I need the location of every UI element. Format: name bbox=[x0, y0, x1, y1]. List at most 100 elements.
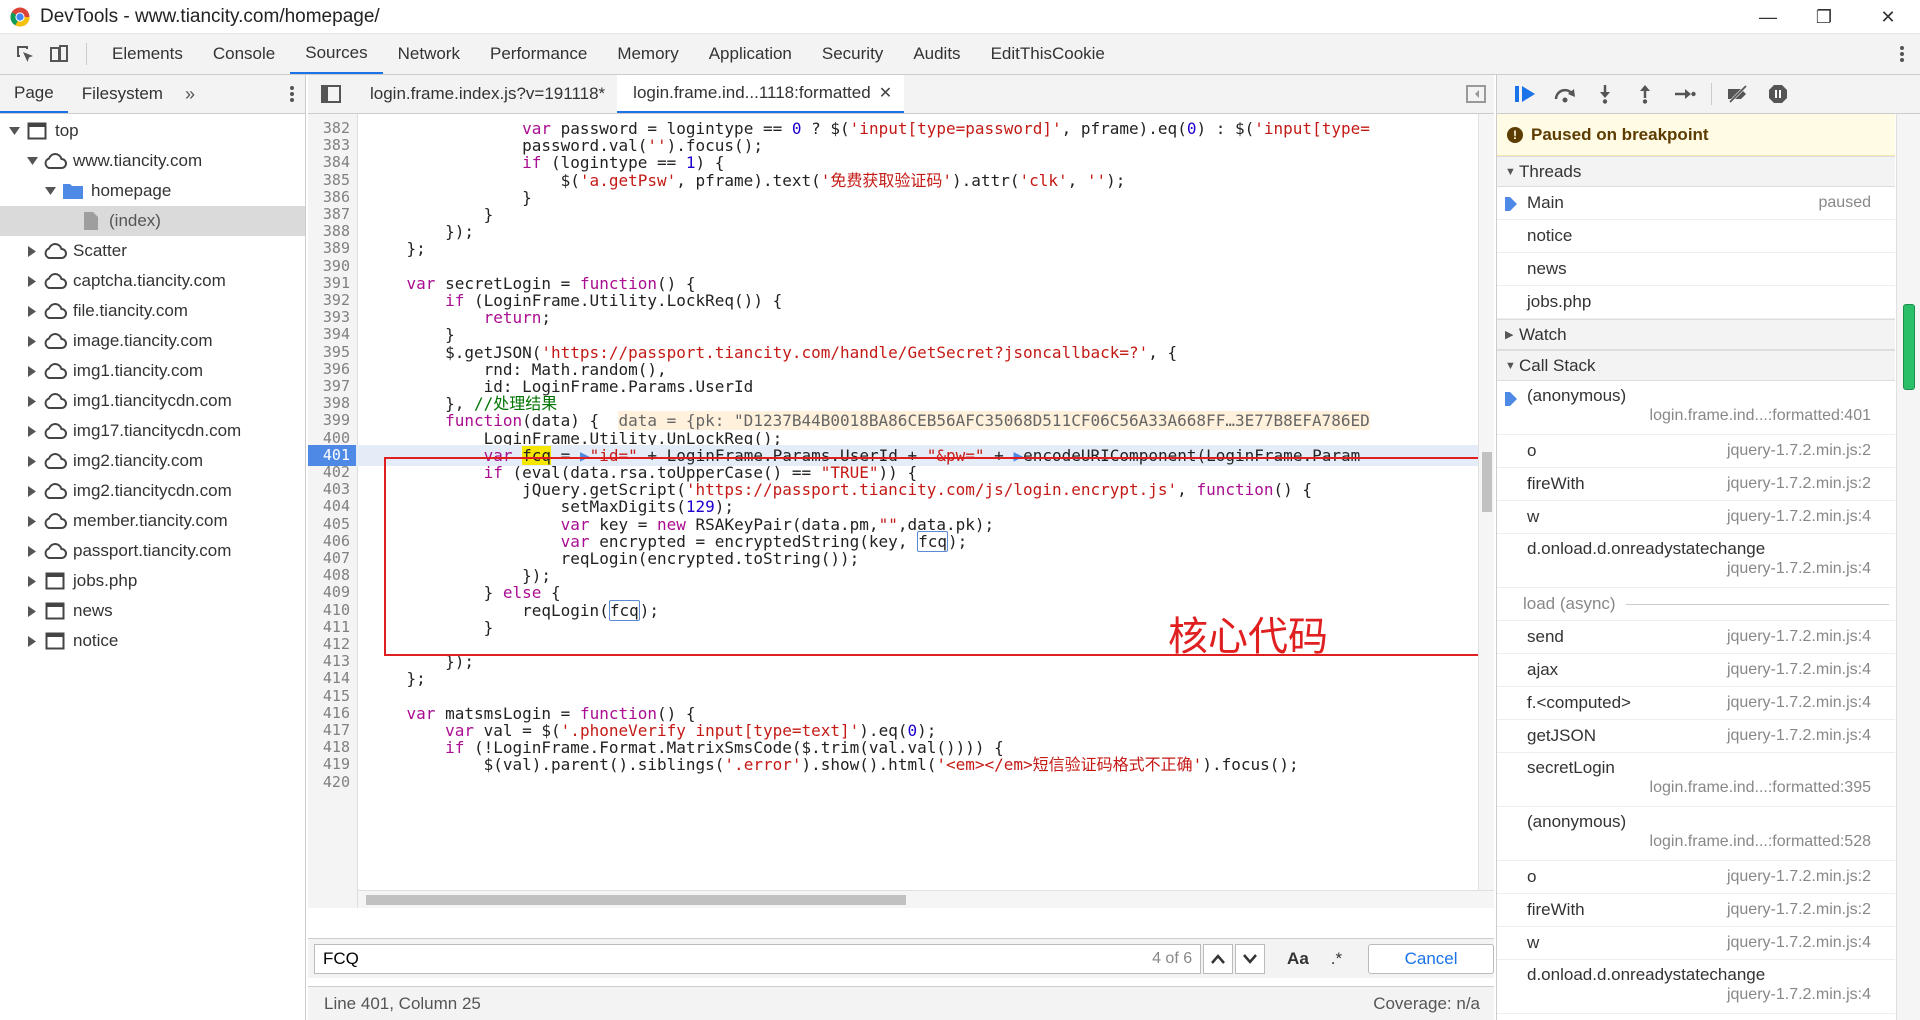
tree-item[interactable]: img1.tiancitycdn.com bbox=[0, 386, 305, 416]
thread-item[interactable]: Main paused bbox=[1497, 187, 1895, 220]
cancel-search-button[interactable]: Cancel bbox=[1368, 943, 1494, 974]
previous-match-button[interactable] bbox=[1203, 943, 1234, 974]
tab-network[interactable]: Network bbox=[383, 34, 475, 74]
call-frame[interactable]: (anonymous) login.frame.ind...:formatted:… bbox=[1497, 807, 1895, 861]
thread-item[interactable]: notice bbox=[1497, 220, 1895, 253]
call-frame[interactable]: (anonymous) login.frame.ind...:formatted:… bbox=[1497, 381, 1895, 435]
frame-location[interactable]: jquery-1.7.2.min.js:4 bbox=[1727, 694, 1871, 712]
expand-triangle-icon[interactable] bbox=[26, 275, 38, 287]
tree-item[interactable]: img2.tiancitycdn.com bbox=[0, 476, 305, 506]
device-toolbar-icon[interactable] bbox=[42, 34, 76, 74]
close-window-button[interactable]: ✕ bbox=[1860, 0, 1916, 34]
frame-location[interactable]: login.frame.ind...:formatted:528 bbox=[1527, 833, 1895, 851]
step-button[interactable] bbox=[1665, 79, 1705, 109]
frame-location[interactable]: login.frame.ind...:formatted:401 bbox=[1527, 407, 1895, 425]
debugger-scrollbar[interactable] bbox=[1896, 114, 1920, 1020]
toggle-navigator-icon[interactable] bbox=[308, 75, 354, 113]
editor-tab-source[interactable]: login.frame.index.js?v=191118* bbox=[354, 75, 617, 113]
tree-item[interactable]: jobs.php bbox=[0, 566, 305, 596]
step-into-button[interactable] bbox=[1585, 79, 1625, 109]
collapse-triangle-icon[interactable] bbox=[8, 125, 20, 137]
call-frame[interactable]: secretLogin login.frame.ind...:formatted:… bbox=[1497, 753, 1895, 807]
call-frame[interactable]: getJSON jquery-1.7.2.min.js:4 bbox=[1497, 720, 1895, 753]
pause-on-exceptions-button[interactable] bbox=[1758, 79, 1798, 109]
thread-item[interactable]: jobs.php bbox=[1497, 286, 1895, 319]
more-tabs-chevron-icon[interactable]: » bbox=[177, 75, 203, 113]
expand-triangle-icon[interactable] bbox=[26, 335, 38, 347]
navigator-menu-icon[interactable] bbox=[289, 84, 295, 109]
watch-section-header[interactable]: ▶ Watch bbox=[1497, 319, 1895, 350]
tab-audits[interactable]: Audits bbox=[898, 34, 975, 74]
expand-triangle-icon[interactable] bbox=[26, 395, 38, 407]
expand-triangle-icon[interactable] bbox=[26, 245, 38, 257]
tree-item[interactable]: Scatter bbox=[0, 236, 305, 266]
expand-triangle-icon[interactable] bbox=[26, 635, 38, 647]
more-options-icon[interactable] bbox=[1884, 34, 1920, 74]
call-frame[interactable]: ajax jquery-1.7.2.min.js:4 bbox=[1497, 654, 1895, 687]
call-frame[interactable]: fireWith jquery-1.7.2.min.js:2 bbox=[1497, 468, 1895, 501]
editor-vertical-scrollbar[interactable] bbox=[1478, 114, 1494, 908]
scrollbar-thumb[interactable] bbox=[1482, 452, 1492, 512]
step-out-button[interactable] bbox=[1625, 79, 1665, 109]
expand-triangle-icon[interactable] bbox=[26, 305, 38, 317]
scrollbar-thumb[interactable] bbox=[1903, 304, 1915, 390]
call-frame[interactable]: o jquery-1.7.2.min.js:2 bbox=[1497, 861, 1895, 894]
expand-triangle-icon[interactable] bbox=[26, 605, 38, 617]
minimize-button[interactable]: — bbox=[1740, 0, 1796, 34]
call-frame[interactable]: f.<computed> jquery-1.7.2.min.js:4 bbox=[1497, 687, 1895, 720]
collapse-triangle-icon[interactable] bbox=[26, 155, 38, 167]
match-case-button[interactable]: Aa bbox=[1287, 949, 1309, 969]
tree-item[interactable]: member.tiancity.com bbox=[0, 506, 305, 536]
deactivate-breakpoints-button[interactable] bbox=[1718, 79, 1758, 109]
tree-item[interactable]: img17.tiancitycdn.com bbox=[0, 416, 305, 446]
tab-elements[interactable]: Elements bbox=[97, 34, 198, 74]
tab-sources[interactable]: Sources bbox=[290, 34, 383, 74]
expand-triangle-icon[interactable] bbox=[26, 515, 38, 527]
frame-location[interactable]: jquery-1.7.2.min.js:4 bbox=[1727, 727, 1871, 745]
collapse-triangle-icon[interactable] bbox=[44, 185, 56, 197]
call-frame[interactable]: fireWith jquery-1.7.2.min.js:2 bbox=[1497, 894, 1895, 927]
tree-item[interactable]: top bbox=[0, 116, 305, 146]
frame-location[interactable]: jquery-1.7.2.min.js:2 bbox=[1727, 475, 1871, 493]
frame-location[interactable]: jquery-1.7.2.min.js:4 bbox=[1527, 986, 1895, 1004]
editor-horizontal-scrollbar[interactable] bbox=[358, 890, 1494, 908]
tree-item[interactable]: image.tiancity.com bbox=[0, 326, 305, 356]
frame-location[interactable]: jquery-1.7.2.min.js:2 bbox=[1727, 901, 1871, 919]
tree-item[interactable]: captcha.tiancity.com bbox=[0, 266, 305, 296]
tab-application[interactable]: Application bbox=[694, 34, 807, 74]
tab-filesystem[interactable]: Filesystem bbox=[68, 75, 177, 113]
frame-location[interactable]: login.frame.ind...:formatted:395 bbox=[1527, 779, 1895, 797]
tree-item[interactable]: (index) bbox=[0, 206, 305, 236]
close-tab-icon[interactable]: ✕ bbox=[879, 83, 892, 103]
frame-location[interactable]: jquery-1.7.2.min.js:2 bbox=[1727, 868, 1871, 886]
search-field[interactable]: 4 of 6 bbox=[314, 943, 1202, 974]
expand-triangle-icon[interactable] bbox=[26, 365, 38, 377]
call-frame[interactable]: send jquery-1.7.2.min.js:4 bbox=[1497, 621, 1895, 654]
code-editor[interactable]: 382 var password = logintype == 0 ? $('i… bbox=[308, 114, 1494, 908]
frame-location[interactable]: jquery-1.7.2.min.js:4 bbox=[1727, 661, 1871, 679]
code-line[interactable]: 420 bbox=[308, 772, 1494, 793]
search-input[interactable] bbox=[315, 948, 1075, 969]
tab-memory[interactable]: Memory bbox=[602, 34, 693, 74]
expand-triangle-icon[interactable] bbox=[26, 485, 38, 497]
tree-item[interactable]: notice bbox=[0, 626, 305, 656]
tab-performance[interactable]: Performance bbox=[475, 34, 602, 74]
regex-button[interactable]: .* bbox=[1331, 949, 1342, 969]
frame-location[interactable]: jquery-1.7.2.min.js:4 bbox=[1527, 560, 1895, 578]
call-stack-section-header[interactable]: ▼ Call Stack bbox=[1497, 350, 1895, 381]
scrollbar-thumb[interactable] bbox=[366, 895, 906, 905]
call-frame[interactable]: w jquery-1.7.2.min.js:4 bbox=[1497, 501, 1895, 534]
tree-item[interactable]: passport.tiancity.com bbox=[0, 536, 305, 566]
expand-triangle-icon[interactable] bbox=[26, 545, 38, 557]
tab-page[interactable]: Page bbox=[0, 75, 68, 113]
step-over-button[interactable] bbox=[1545, 79, 1585, 109]
tree-item[interactable]: www.tiancity.com bbox=[0, 146, 305, 176]
frame-location[interactable]: jquery-1.7.2.min.js:4 bbox=[1727, 628, 1871, 646]
expand-triangle-icon[interactable] bbox=[26, 575, 38, 587]
tab-security[interactable]: Security bbox=[807, 34, 898, 74]
tree-item[interactable]: img2.tiancity.com bbox=[0, 446, 305, 476]
tab-console[interactable]: Console bbox=[198, 34, 290, 74]
frame-location[interactable]: jquery-1.7.2.min.js:4 bbox=[1727, 508, 1871, 526]
frame-location[interactable]: jquery-1.7.2.min.js:4 bbox=[1727, 934, 1871, 952]
resume-button[interactable] bbox=[1505, 79, 1545, 109]
